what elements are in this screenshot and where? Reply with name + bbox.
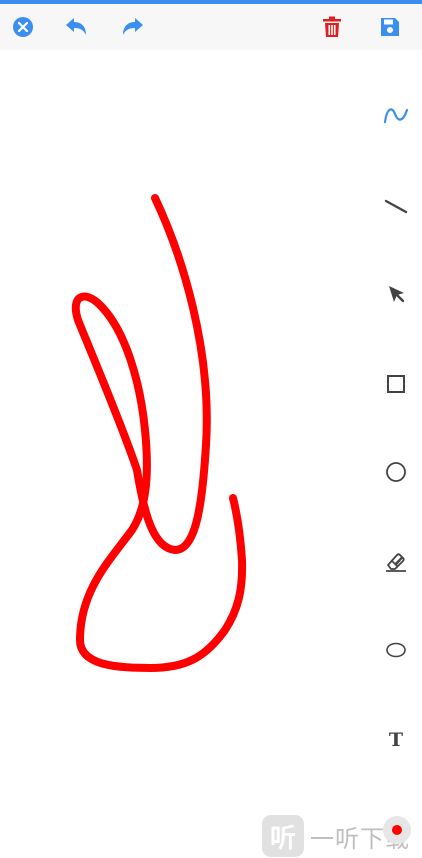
canvas-drawing: [71, 194, 247, 672]
delete-icon: [323, 16, 341, 37]
redo-icon: [123, 18, 143, 35]
circle-icon: [386, 462, 406, 482]
freehand-stroke: [71, 194, 247, 672]
save-icon: [381, 18, 399, 36]
close-button[interactable]: [7, 11, 39, 43]
tool-arrow[interactable]: [378, 276, 414, 312]
eraser-icon: [386, 553, 406, 572]
tool-text[interactable]: T: [378, 722, 414, 758]
watermark-logo: 听: [262, 815, 304, 857]
text-icon: T: [388, 729, 404, 751]
ellipse-icon: [386, 642, 406, 658]
tool-eraser[interactable]: [378, 544, 414, 580]
current-color-swatch: [392, 825, 402, 835]
redo-button[interactable]: [117, 11, 149, 43]
color-picker-button[interactable]: [383, 816, 411, 844]
arrow-icon: [389, 286, 405, 303]
line-icon: [384, 199, 408, 214]
tool-panel: T: [370, 50, 422, 858]
save-button[interactable]: [374, 11, 406, 43]
tool-line[interactable]: [378, 188, 414, 224]
undo-button[interactable]: [60, 11, 92, 43]
tool-freehand[interactable]: [378, 97, 414, 133]
tool-rectangle[interactable]: [378, 366, 414, 402]
close-icon: [13, 17, 33, 37]
top-toolbar: [0, 4, 422, 50]
rectangle-icon: [387, 375, 405, 393]
tool-ellipse[interactable]: [378, 632, 414, 668]
drawing-canvas[interactable]: [0, 50, 366, 858]
freehand-icon: [383, 108, 409, 124]
tool-circle[interactable]: [378, 454, 414, 490]
undo-icon: [66, 18, 86, 35]
delete-button[interactable]: [316, 11, 348, 43]
